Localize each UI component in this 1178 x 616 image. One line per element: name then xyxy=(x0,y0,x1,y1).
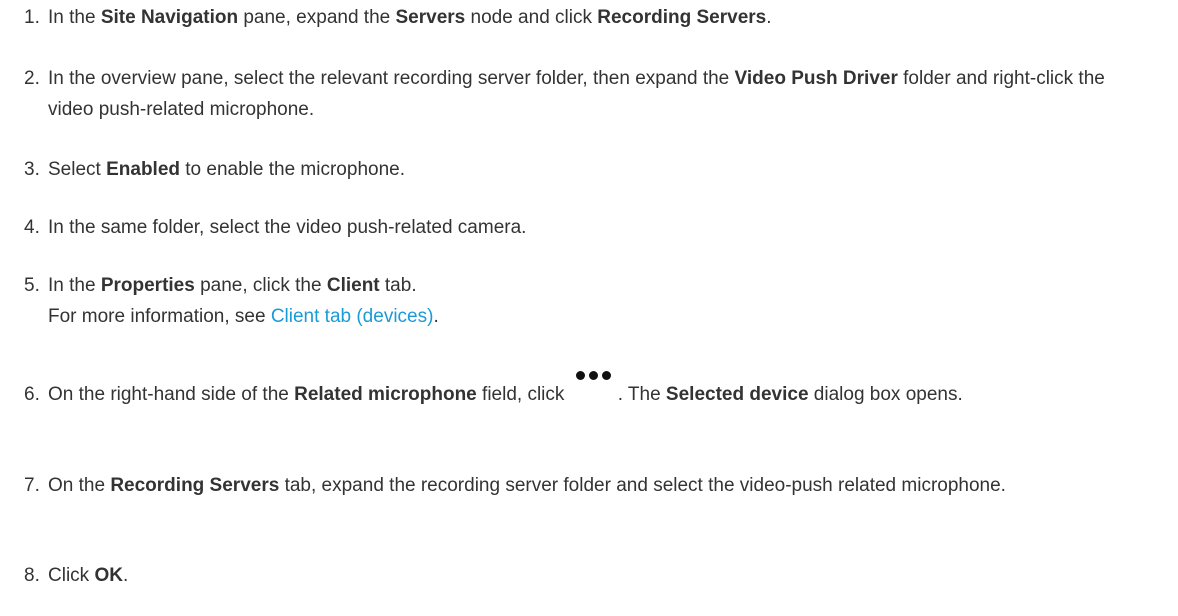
step-text: On the Recording Servers tab, expand the… xyxy=(48,470,1154,501)
step-7: 7. On the Recording Servers tab, expand … xyxy=(24,470,1154,501)
text: . xyxy=(766,7,772,28)
step-8: 8. Click OK. xyxy=(24,560,1154,591)
text: tab. xyxy=(379,275,417,296)
step-text: On the right-hand side of the Related mi… xyxy=(48,371,1154,410)
text: to enable the microphone. xyxy=(180,159,405,180)
text: Click xyxy=(48,565,95,586)
step-number: 6. xyxy=(24,384,40,405)
text: dialog box opens. xyxy=(808,384,963,405)
text: pane, expand the xyxy=(238,7,396,28)
ui-term: Selected device xyxy=(665,384,809,405)
ui-term: Site Navigation xyxy=(100,7,239,28)
step-number: 7. xyxy=(24,475,40,496)
step-text: Click OK. xyxy=(48,560,1154,591)
step-text: In the Site Navigation pane, expand the … xyxy=(48,2,1154,33)
step-number: 5. xyxy=(24,275,40,296)
text: In the xyxy=(48,7,101,28)
text: Select xyxy=(48,159,107,180)
ui-term: Client xyxy=(326,275,380,296)
step-4: 4. In the same folder, select the video … xyxy=(24,212,1154,243)
ui-term: Related microphone xyxy=(294,384,477,405)
ui-term: OK xyxy=(94,565,123,586)
step-6: 6. On the right-hand side of the Related… xyxy=(24,371,1154,410)
ui-term: Servers xyxy=(395,7,466,28)
step-1: 1. In the Site Navigation pane, expand t… xyxy=(24,2,1154,33)
text: For more information, see xyxy=(48,306,271,327)
step-number: 4. xyxy=(24,217,40,238)
text: In the same folder, select the video pus… xyxy=(48,217,527,238)
ui-term: Recording Servers xyxy=(110,475,280,496)
step-number: 8. xyxy=(24,565,40,586)
step-number: 3. xyxy=(24,159,40,180)
ui-term: Recording Servers xyxy=(597,7,767,28)
ui-term: Enabled xyxy=(106,159,180,180)
client-tab-devices-link[interactable]: Client tab (devices) xyxy=(271,306,434,327)
step-text: In the same folder, select the video pus… xyxy=(48,212,1154,243)
text: In the xyxy=(48,275,101,296)
text: field, click xyxy=(476,384,570,405)
step-3: 3. Select Enabled to enable the micropho… xyxy=(24,154,1154,185)
text: On the xyxy=(48,475,111,496)
text: In the overview pane, select the relevan… xyxy=(48,68,735,89)
text: pane, click the xyxy=(194,275,327,296)
step-5: 5. In the Properties pane, click the Cli… xyxy=(24,270,1154,332)
step-number: 2. xyxy=(24,68,40,89)
text: . xyxy=(122,565,129,586)
document: 1. In the Site Navigation pane, expand t… xyxy=(0,0,1178,616)
ui-term: Video Push Driver xyxy=(734,68,898,89)
step-2: 2. In the overview pane, select the rele… xyxy=(24,63,1154,125)
text: On the right-hand side of the xyxy=(48,384,295,405)
text: tab, expand the recording server folder … xyxy=(279,475,1006,496)
text: . xyxy=(433,306,439,327)
ui-term: Properties xyxy=(100,275,195,296)
step-number: 1. xyxy=(24,7,40,28)
step-text: Select Enabled to enable the microphone. xyxy=(48,154,1154,185)
step-text: In the Properties pane, click the Client… xyxy=(48,270,1154,332)
text: node and click xyxy=(465,7,598,28)
step-text: In the overview pane, select the relevan… xyxy=(48,63,1154,125)
ellipsis-icon xyxy=(572,371,616,399)
text: . The xyxy=(617,384,666,405)
